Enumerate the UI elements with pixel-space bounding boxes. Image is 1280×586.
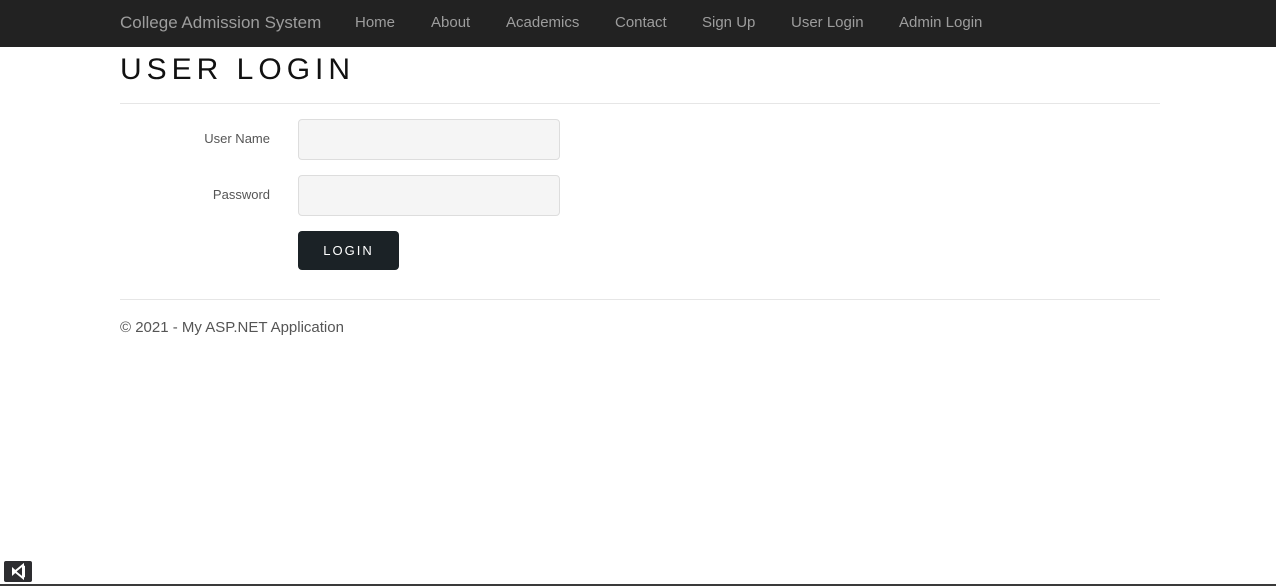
nav-link-home[interactable]: Home xyxy=(355,14,395,32)
nav-link-contact[interactable]: Contact xyxy=(615,14,667,32)
title-divider xyxy=(120,103,1160,104)
nav-link-about[interactable]: About xyxy=(431,14,470,32)
nav-link-user-login[interactable]: User Login xyxy=(791,14,864,32)
page-title: USER LOGIN xyxy=(120,53,356,86)
username-label: User Name xyxy=(204,131,270,146)
login-button[interactable]: LOGIN xyxy=(298,231,399,270)
footer-divider xyxy=(120,299,1160,300)
visual-studio-icon[interactable] xyxy=(4,561,32,582)
visual-studio-glyph xyxy=(12,562,25,581)
scrollbar-gutter xyxy=(1276,0,1280,586)
password-label: Password xyxy=(212,187,270,202)
navbar: College Admission System Home About Acad… xyxy=(0,0,1276,47)
nav-link-admin-login[interactable]: Admin Login xyxy=(899,14,982,32)
brand-link[interactable]: College Admission System xyxy=(120,13,321,33)
nav-link-academics[interactable]: Academics xyxy=(506,14,579,32)
username-input[interactable] xyxy=(298,119,560,160)
password-input[interactable] xyxy=(298,175,560,216)
nav-link-sign-up[interactable]: Sign Up xyxy=(702,14,755,32)
footer-copyright: © 2021 - My ASP.NET Application xyxy=(120,319,344,336)
